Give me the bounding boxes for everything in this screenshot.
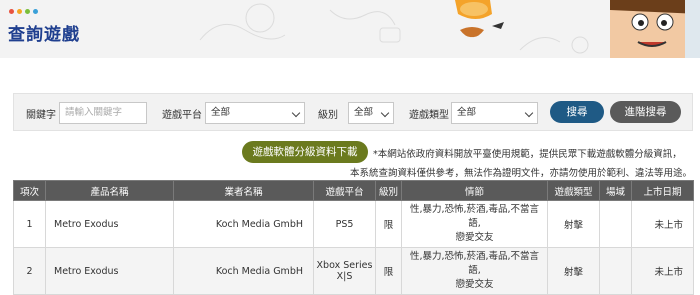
cell-release-date: 未上市 <box>631 247 694 295</box>
cell-company: Koch Media GmbH <box>173 247 314 295</box>
cell-platform: Xbox Series X|S <box>313 247 376 295</box>
cell-index: 1 <box>13 200 46 248</box>
column-header-platform: 遊戲平台 <box>313 180 376 201</box>
chevron-down-icon <box>524 108 534 118</box>
keyword-label: 關鍵字 <box>26 110 56 121</box>
table-row[interactable]: 2 Metro Exodus Koch Media GmbH Xbox Seri… <box>13 247 694 295</box>
table-header-row: 項次 產品名稱 業者名稱 遊戲平台 級別 情節 遊戲類型 場域 上市日期 <box>13 180 694 201</box>
cell-content-line-2: 戀愛交友 <box>455 232 494 243</box>
rating-select[interactable]: 全部 <box>348 102 394 124</box>
header-banner: 查詢遊戲 <box>0 0 700 58</box>
cell-content: 性,暴力,恐怖,菸酒,毒品,不當言語, 戀愛交友 <box>401 247 548 295</box>
dot-3 <box>25 9 30 14</box>
cell-platform-line-1: Xbox Series <box>316 260 373 271</box>
genre-select-value: 全部 <box>457 107 477 118</box>
column-header-rating: 級別 <box>375 180 402 201</box>
page-title: 查詢遊戲 <box>8 25 80 45</box>
dot-4 <box>33 9 38 14</box>
banner-illustration <box>199 0 700 58</box>
keyword-input[interactable]: 請輸入關鍵字 <box>59 102 147 124</box>
results-table: 項次 產品名稱 業者名稱 遊戲平台 級別 情節 遊戲類型 場域 上市日期 1 M… <box>13 180 694 295</box>
rating-select-value: 全部 <box>354 107 374 118</box>
platform-select[interactable]: 全部 <box>205 102 305 124</box>
cell-platform: PS5 <box>313 200 376 248</box>
cell-content: 性,暴力,恐怖,菸酒,毒品,不當言語, 戀愛交友 <box>401 200 548 248</box>
cell-company: Koch Media GmbH <box>173 200 314 248</box>
cell-content-line-1: 性,暴力,恐怖,菸酒,毒品,不當言語, <box>409 204 540 229</box>
dot-2 <box>17 9 22 14</box>
rating-label: 級別 <box>318 110 338 121</box>
cell-product-link[interactable]: Metro Exodus <box>45 247 174 295</box>
column-header-company: 業者名稱 <box>173 180 314 201</box>
advanced-search-button[interactable]: 進階搜尋 <box>610 101 681 123</box>
table-row[interactable]: 1 Metro Exodus Koch Media GmbH PS5 限 性,暴… <box>13 200 694 248</box>
cell-index: 2 <box>13 247 46 295</box>
cell-release-date: 未上市 <box>631 200 694 248</box>
decorative-dots <box>9 9 38 14</box>
cell-venue <box>599 247 632 295</box>
cell-product-link[interactable]: Metro Exodus <box>45 200 174 248</box>
cell-rating: 限 <box>375 200 402 248</box>
column-header-genre: 遊戲類型 <box>547 180 600 201</box>
platform-select-value: 全部 <box>211 107 231 118</box>
dot-1 <box>9 9 14 14</box>
search-panel: 關鍵字 請輸入關鍵字 遊戲平台 全部 級別 全部 遊戲類型 全部 搜尋 進階搜尋 <box>13 93 693 131</box>
cell-platform-line-2: X|S <box>336 271 353 282</box>
notice-line-1: *本網站依政府資料開放平臺使用規範，提供民眾下載遊戲軟體分級資訊， <box>373 149 682 160</box>
cell-venue <box>599 200 632 248</box>
cell-content-line-2: 戀愛交友 <box>455 279 494 290</box>
cell-genre: 射擊 <box>547 200 600 248</box>
download-rating-data-button[interactable]: 遊戲軟體分級資料下載 <box>242 141 368 163</box>
cartoon-character-right <box>610 0 700 58</box>
column-header-content: 情節 <box>401 180 548 201</box>
column-header-venue: 場域 <box>599 180 632 201</box>
genre-label: 遊戲類型 <box>409 110 449 121</box>
column-header-release-date: 上市日期 <box>631 180 694 201</box>
cell-genre: 射擊 <box>547 247 600 295</box>
genre-select[interactable]: 全部 <box>451 102 538 124</box>
platform-label: 遊戲平台 <box>162 110 202 121</box>
column-header-product: 產品名稱 <box>45 180 174 201</box>
chevron-down-icon <box>380 108 390 118</box>
search-button[interactable]: 搜尋 <box>550 101 604 123</box>
cartoon-character-left <box>455 0 504 38</box>
chevron-down-icon <box>291 108 301 118</box>
notice-line-2: 本系統查詢資料僅供參考，無法作為證明文件，亦請勿使用於範利、違法等用途。 <box>349 168 692 179</box>
cell-rating: 限 <box>375 247 402 295</box>
column-header-index: 項次 <box>13 180 46 201</box>
